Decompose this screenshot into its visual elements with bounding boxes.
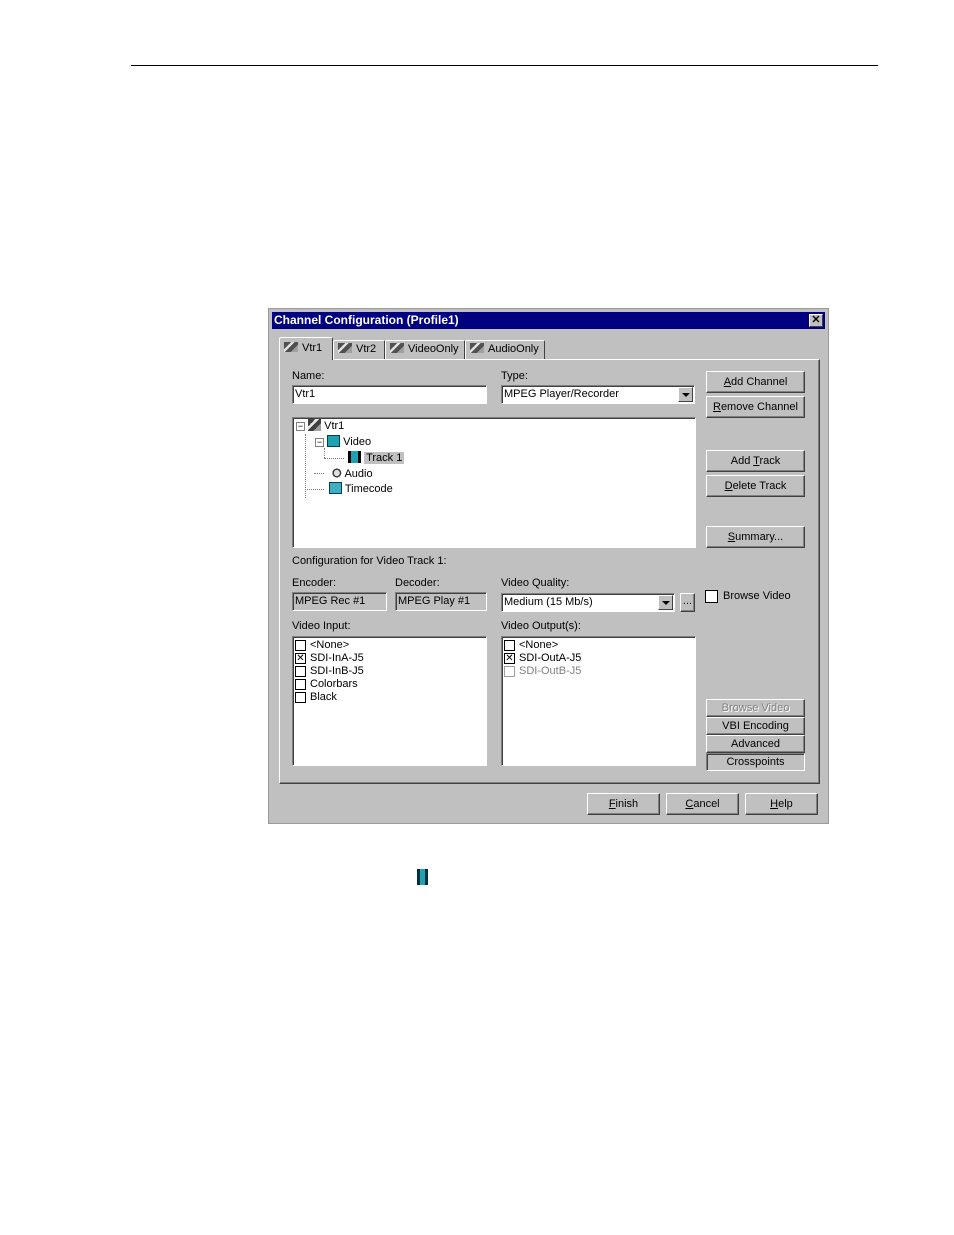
channel-tree[interactable]: − Vtr1 − Video Track 1 Audio Timecode <box>292 417 696 548</box>
video-input-black[interactable]: Black <box>293 691 486 704</box>
vtr-icon <box>308 419 322 431</box>
type-select[interactable]: MPEG Player/Recorder <box>501 385 695 404</box>
tree-line <box>324 458 344 459</box>
video-quality-select[interactable]: Medium (15 Mb/s) <box>501 593 675 612</box>
tab-vtr2[interactable]: Vtr2 <box>333 340 385 359</box>
collapse-icon[interactable]: − <box>296 422 305 431</box>
checkbox-box[interactable] <box>295 679 306 690</box>
tree-node-video[interactable]: − Video <box>315 434 371 450</box>
vtr-tab-icon <box>284 342 298 352</box>
tree-line <box>305 489 324 490</box>
browse-video-label: Browse Video <box>723 590 791 602</box>
browse-video-button: Browse Video <box>706 699 805 717</box>
add-channel-button[interactable]: Add Channel <box>706 371 805 393</box>
tree-node-label: Vtr1 <box>324 420 345 432</box>
vtr-tab-icon <box>470 343 484 353</box>
speaker-icon <box>329 467 342 479</box>
video-input-colorbars[interactable]: Colorbars <box>293 678 486 691</box>
vtr-tab-icon <box>338 343 352 353</box>
video-output-sdi-outb-j5: SDI-OutB-J5 <box>502 665 695 678</box>
delete-track-button[interactable]: Delete Track <box>706 475 805 497</box>
close-button[interactable]: ✕ <box>809 314 823 327</box>
tree-node-label: Timecode <box>344 483 393 495</box>
tab-vtr1[interactable]: Vtr1 <box>279 337 333 360</box>
tree-node-label: Video <box>343 436 372 448</box>
checkbox-box[interactable] <box>504 640 515 651</box>
video-icon <box>327 435 341 447</box>
chevron-down-icon[interactable] <box>658 595 673 610</box>
dialog-title: Channel Configuration (Profile1) <box>274 313 459 327</box>
encoder-label: Encoder: <box>292 577 337 589</box>
video-input-none[interactable]: <None> <box>293 639 486 652</box>
tree-node-label: Track 1 <box>364 452 405 464</box>
browse-video-checkbox[interactable]: Browse Video <box>704 590 954 603</box>
checkbox-checked[interactable]: ✕ <box>295 653 306 664</box>
crosspoints-button[interactable]: Crosspoints <box>706 753 805 771</box>
tree-node-label: Audio <box>344 468 373 480</box>
video-input-sdi-inb-j5[interactable]: SDI-InB-J5 <box>293 665 486 678</box>
tree-line <box>314 473 324 474</box>
tab-label: AudioOnly <box>488 343 539 355</box>
tab-videoonly[interactable]: VideoOnly <box>385 340 465 359</box>
tab-label: Vtr1 <box>302 342 323 354</box>
video-quality-more-button[interactable]: ... <box>680 593 695 612</box>
tab-label: VideoOnly <box>408 343 459 355</box>
checkbox-box[interactable] <box>295 692 306 703</box>
video-track-icon <box>417 869 428 885</box>
encoder-field: MPEG Rec #1 <box>292 592 387 611</box>
video-quality-value: Medium (15 Mb/s) <box>504 596 593 608</box>
checkbox-box[interactable] <box>295 640 306 651</box>
finish-button[interactable]: Finish <box>587 793 660 815</box>
vbi-encoding-button[interactable]: VBI Encoding <box>706 717 805 735</box>
channel-configuration-dialog: Channel Configuration (Profile1) ✕ Vtr1 … <box>268 308 829 824</box>
timecode-icon <box>329 482 342 494</box>
decoder-field: MPEG Play #1 <box>395 592 487 611</box>
vtr-tab-icon <box>390 343 404 353</box>
tab-audioonly[interactable]: AudioOnly <box>465 340 545 359</box>
page-rule <box>131 65 878 66</box>
video-output-sdi-outa-j5[interactable]: ✕ SDI-OutA-J5 <box>502 652 695 665</box>
collapse-icon[interactable]: − <box>315 438 324 447</box>
advanced-button[interactable]: Advanced <box>706 735 805 753</box>
video-quality-label: Video Quality: <box>501 577 570 589</box>
film-track-icon <box>348 451 361 463</box>
video-input-sdi-ina-j5[interactable]: ✕ SDI-InA-J5 <box>293 652 486 665</box>
summary-button[interactable]: Summary... <box>706 526 805 548</box>
close-icon: ✕ <box>811 314 821 326</box>
cancel-button[interactable]: Cancel <box>666 793 739 815</box>
video-output-list[interactable]: <None> ✕ SDI-OutA-J5 SDI-OutB-J5 <box>501 636 696 766</box>
type-select-value: MPEG Player/Recorder <box>504 388 619 400</box>
config-heading: Configuration for Video Track 1: <box>292 555 447 567</box>
video-output-none[interactable]: <None> <box>502 639 695 652</box>
video-output-label: Video Output(s): <box>501 620 581 632</box>
help-button[interactable]: Help <box>745 793 818 815</box>
checkbox-box[interactable] <box>295 666 306 677</box>
tree-node-timecode[interactable]: Timecode <box>329 481 393 497</box>
checkbox-checked[interactable]: ✕ <box>504 653 515 664</box>
tree-node-track-1[interactable]: Track 1 <box>348 450 405 466</box>
tab-label: Vtr2 <box>356 343 377 355</box>
tree-node-vtr1[interactable]: − Vtr1 <box>296 418 344 434</box>
checkbox-box <box>504 666 515 677</box>
tab-panel: Name: Vtr1 Type: MPEG Player/Recorder − … <box>279 359 820 784</box>
tree-node-audio[interactable]: Audio <box>329 466 373 482</box>
add-track-button[interactable]: Add Track <box>706 450 805 472</box>
decoder-label: Decoder: <box>395 577 440 589</box>
name-label: Name: <box>292 370 325 382</box>
type-label: Type: <box>501 370 528 382</box>
checkbox-box[interactable] <box>705 590 718 603</box>
video-input-label: Video Input: <box>292 620 351 632</box>
remove-channel-button[interactable]: Remove Channel <box>706 396 805 418</box>
name-input[interactable]: Vtr1 <box>292 385 487 404</box>
dialog-title-bar: Channel Configuration (Profile1) ✕ <box>272 312 825 329</box>
chevron-down-icon[interactable] <box>678 387 693 402</box>
video-input-list[interactable]: <None> ✕ SDI-InA-J5 SDI-InB-J5 Colorbars … <box>292 636 487 766</box>
